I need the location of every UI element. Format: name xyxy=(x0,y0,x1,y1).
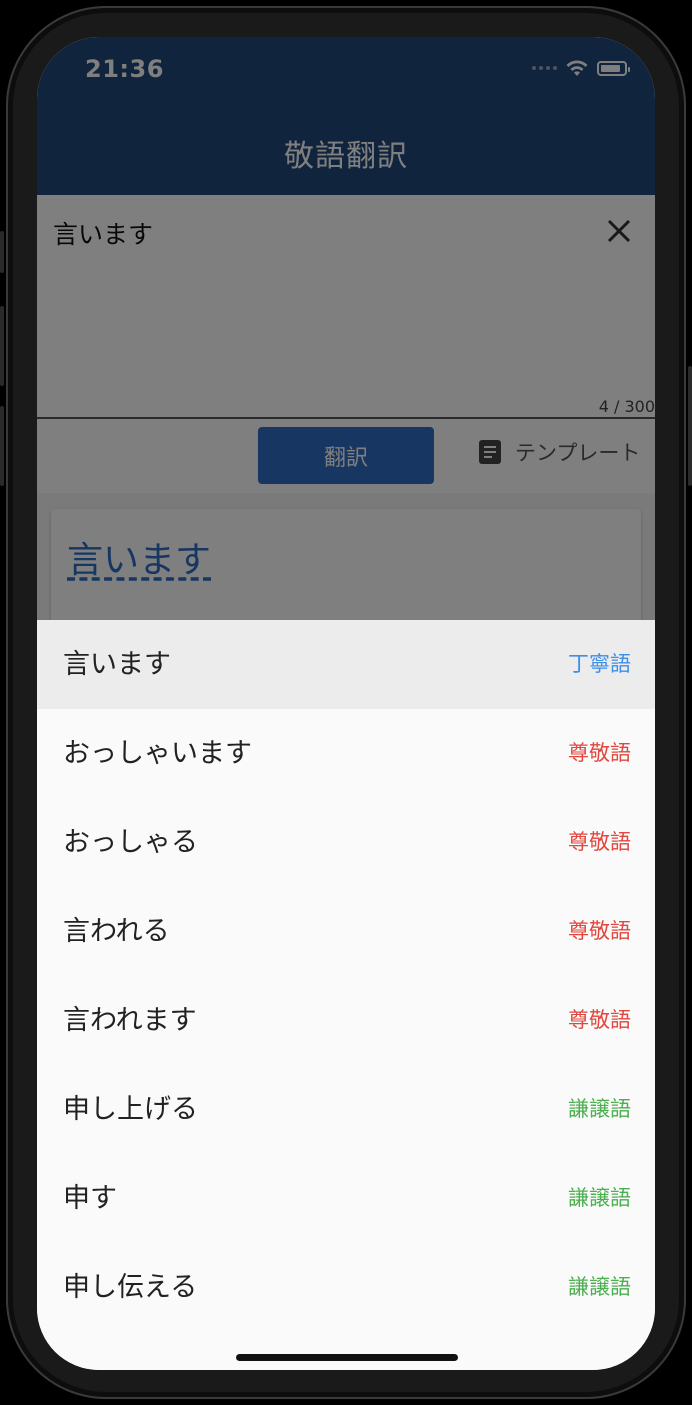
list-item[interactable]: 言います 丁寧語 xyxy=(37,620,655,709)
list-item[interactable]: おっしゃいます 尊敬語 xyxy=(37,709,655,798)
option-label: 言います xyxy=(63,649,171,680)
keigo-type-tag: 尊敬語 xyxy=(568,1008,631,1032)
home-indicator xyxy=(236,1354,458,1361)
option-label: おっしゃいます xyxy=(63,738,252,769)
keigo-type-tag: 謙譲語 xyxy=(568,1275,631,1299)
option-label: 言われる xyxy=(63,916,170,947)
phone-screen: 21:36 敬語翻訳 言います 4 / 300 翻訳 テンプレート xyxy=(37,37,655,1370)
side-button-left xyxy=(0,231,4,273)
list-item[interactable]: 言われます 尊敬語 xyxy=(37,976,655,1065)
option-label: 言われます xyxy=(63,1005,197,1036)
list-item[interactable]: おっしゃる 尊敬語 xyxy=(37,798,655,887)
keigo-type-tag: 尊敬語 xyxy=(568,741,631,765)
list-item[interactable]: 言われる 尊敬語 xyxy=(37,887,655,976)
modal-scrim[interactable] xyxy=(37,37,655,620)
volume-down-button xyxy=(0,406,4,486)
power-button xyxy=(688,366,692,486)
keigo-type-tag: 謙譲語 xyxy=(568,1097,631,1121)
option-label: 申し上げる xyxy=(63,1094,198,1125)
keigo-type-tag: 尊敬語 xyxy=(568,830,631,854)
list-item[interactable]: 申し上げる 謙譲語 xyxy=(37,1065,655,1154)
keigo-type-tag: 丁寧語 xyxy=(568,652,631,676)
list-item[interactable]: 申す 謙譲語 xyxy=(37,1154,655,1243)
list-item[interactable]: 申し伝える 謙譲語 xyxy=(37,1243,655,1332)
option-label: おっしゃる xyxy=(63,827,198,858)
bottom-sheet: 言います 丁寧語 おっしゃいます 尊敬語 おっしゃる 尊敬語 言われる 尊敬語 言われます 尊敬語… xyxy=(37,620,655,1370)
option-label: 申す xyxy=(63,1183,117,1214)
volume-up-button xyxy=(0,306,4,386)
keigo-type-tag: 謙譲語 xyxy=(568,1186,631,1210)
option-label: 申し伝える xyxy=(63,1272,198,1303)
keigo-type-tag: 尊敬語 xyxy=(568,919,631,943)
